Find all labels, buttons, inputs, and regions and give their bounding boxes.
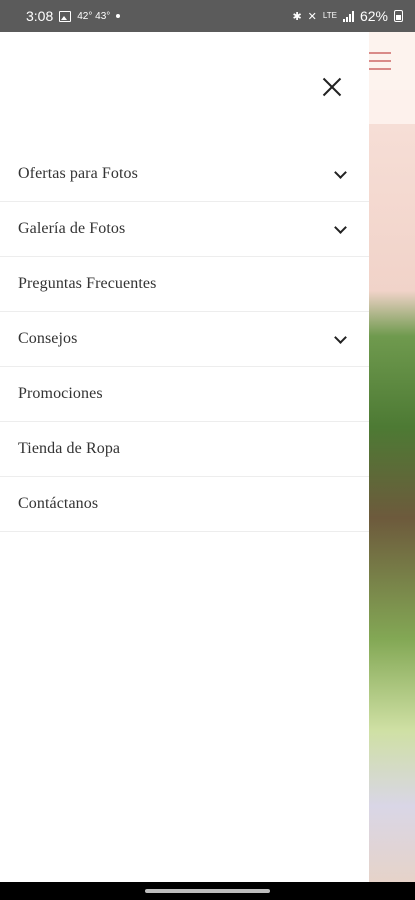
image-notification-icon — [59, 10, 72, 22]
navigation-drawer: Ofertas para Fotos Galería de Fotos Preg… — [0, 32, 369, 882]
more-notifications-dot-icon — [116, 14, 121, 18]
status-bar: 3:08 42° 43° ✱ ✕ LTE 62% — [0, 0, 415, 32]
mute-icon: ✕ — [307, 10, 317, 23]
menu-item-label: Contáctanos — [18, 495, 99, 512]
status-right: ✱ ✕ LTE 62% — [292, 8, 403, 24]
page-header — [369, 32, 415, 90]
signal-icon — [342, 10, 354, 22]
home-gesture-handle[interactable] — [145, 889, 270, 893]
menu-item-consejos[interactable]: Consejos — [0, 312, 369, 367]
chevron-down-icon[interactable] — [333, 332, 347, 346]
menu-item-label: Promociones — [18, 385, 103, 402]
battery-icon — [394, 10, 403, 22]
menu-item-tienda-de-ropa[interactable]: Tienda de Ropa — [0, 422, 369, 477]
menu-item-label: Tienda de Ropa — [18, 440, 121, 457]
screen: 3:08 42° 43° ✱ ✕ LTE 62% Ofertas para Fo… — [0, 0, 415, 900]
menu-item-promociones[interactable]: Promociones — [0, 367, 369, 422]
status-left: 3:08 42° 43° — [26, 8, 121, 24]
chevron-down-icon[interactable] — [333, 222, 347, 236]
menu-item-label: Galería de Fotos — [18, 220, 126, 237]
clock: 3:08 — [26, 8, 54, 24]
bluetooth-icon: ✱ — [292, 10, 302, 23]
background-page — [369, 32, 415, 882]
system-navigation-bar — [0, 882, 415, 900]
menu-item-label: Consejos — [18, 330, 78, 347]
chevron-down-icon[interactable] — [333, 167, 347, 181]
hamburger-menu-icon[interactable] — [369, 52, 391, 70]
menu-item-galeria-de-fotos[interactable]: Galería de Fotos — [0, 202, 369, 257]
menu-item-ofertas-para-fotos[interactable]: Ofertas para Fotos — [0, 146, 369, 202]
drawer-menu: Ofertas para Fotos Galería de Fotos Preg… — [0, 146, 369, 532]
weather-temperature: 42° 43° — [77, 10, 111, 22]
menu-item-label: Ofertas para Fotos — [18, 164, 138, 182]
close-icon[interactable] — [318, 73, 346, 101]
lte-indicator: LTE — [322, 11, 337, 20]
hero-photo — [369, 124, 415, 882]
menu-item-preguntas-frecuentes[interactable]: Preguntas Frecuentes — [0, 257, 369, 312]
menu-item-label: Preguntas Frecuentes — [18, 275, 157, 292]
battery-percent: 62% — [359, 8, 388, 24]
menu-item-contactanos[interactable]: Contáctanos — [0, 477, 369, 532]
